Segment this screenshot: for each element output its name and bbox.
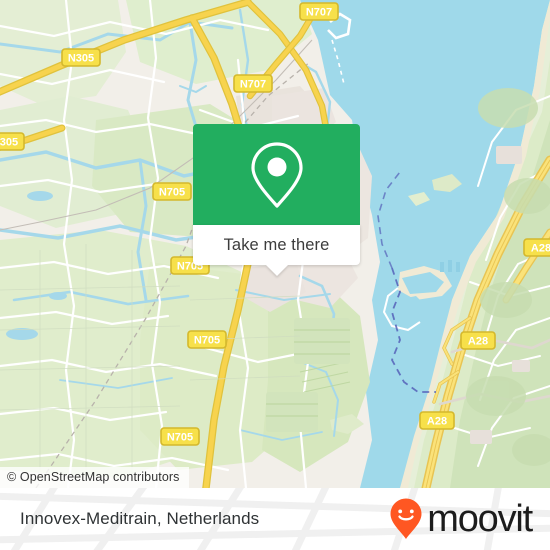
footer-bar: Innovex-Meditrain, Netherlands moovit <box>0 488 550 550</box>
callout-action[interactable]: Take me there <box>193 225 360 276</box>
location-callout[interactable]: Take me there <box>193 124 360 276</box>
moovit-pin-smile-icon <box>390 498 422 539</box>
svg-text:A28: A28 <box>427 416 447 428</box>
map-attribution[interactable]: © OpenStreetMap contributors <box>0 467 189 488</box>
callout-marker-panel <box>193 124 360 225</box>
take-me-there-label: Take me there <box>223 235 330 254</box>
svg-text:N305: N305 <box>0 137 18 149</box>
location-title: Innovex-Meditrain, Netherlands <box>20 509 260 528</box>
moovit-wordmark: moovit <box>427 498 533 540</box>
svg-text:N707: N707 <box>240 79 266 91</box>
svg-text:A28: A28 <box>531 243 550 255</box>
callout-tail-icon <box>265 265 288 276</box>
svg-text:N305: N305 <box>68 53 94 65</box>
map-pin-icon <box>250 141 303 208</box>
map-share-card: N707 N305 N707 N305 <box>0 0 550 550</box>
moovit-brand[interactable]: moovit <box>388 488 533 550</box>
svg-text:A28: A28 <box>468 336 488 348</box>
svg-text:N705: N705 <box>167 432 193 444</box>
svg-text:N705: N705 <box>194 335 220 347</box>
svg-text:N707: N707 <box>306 7 332 19</box>
svg-text:N705: N705 <box>159 187 185 199</box>
